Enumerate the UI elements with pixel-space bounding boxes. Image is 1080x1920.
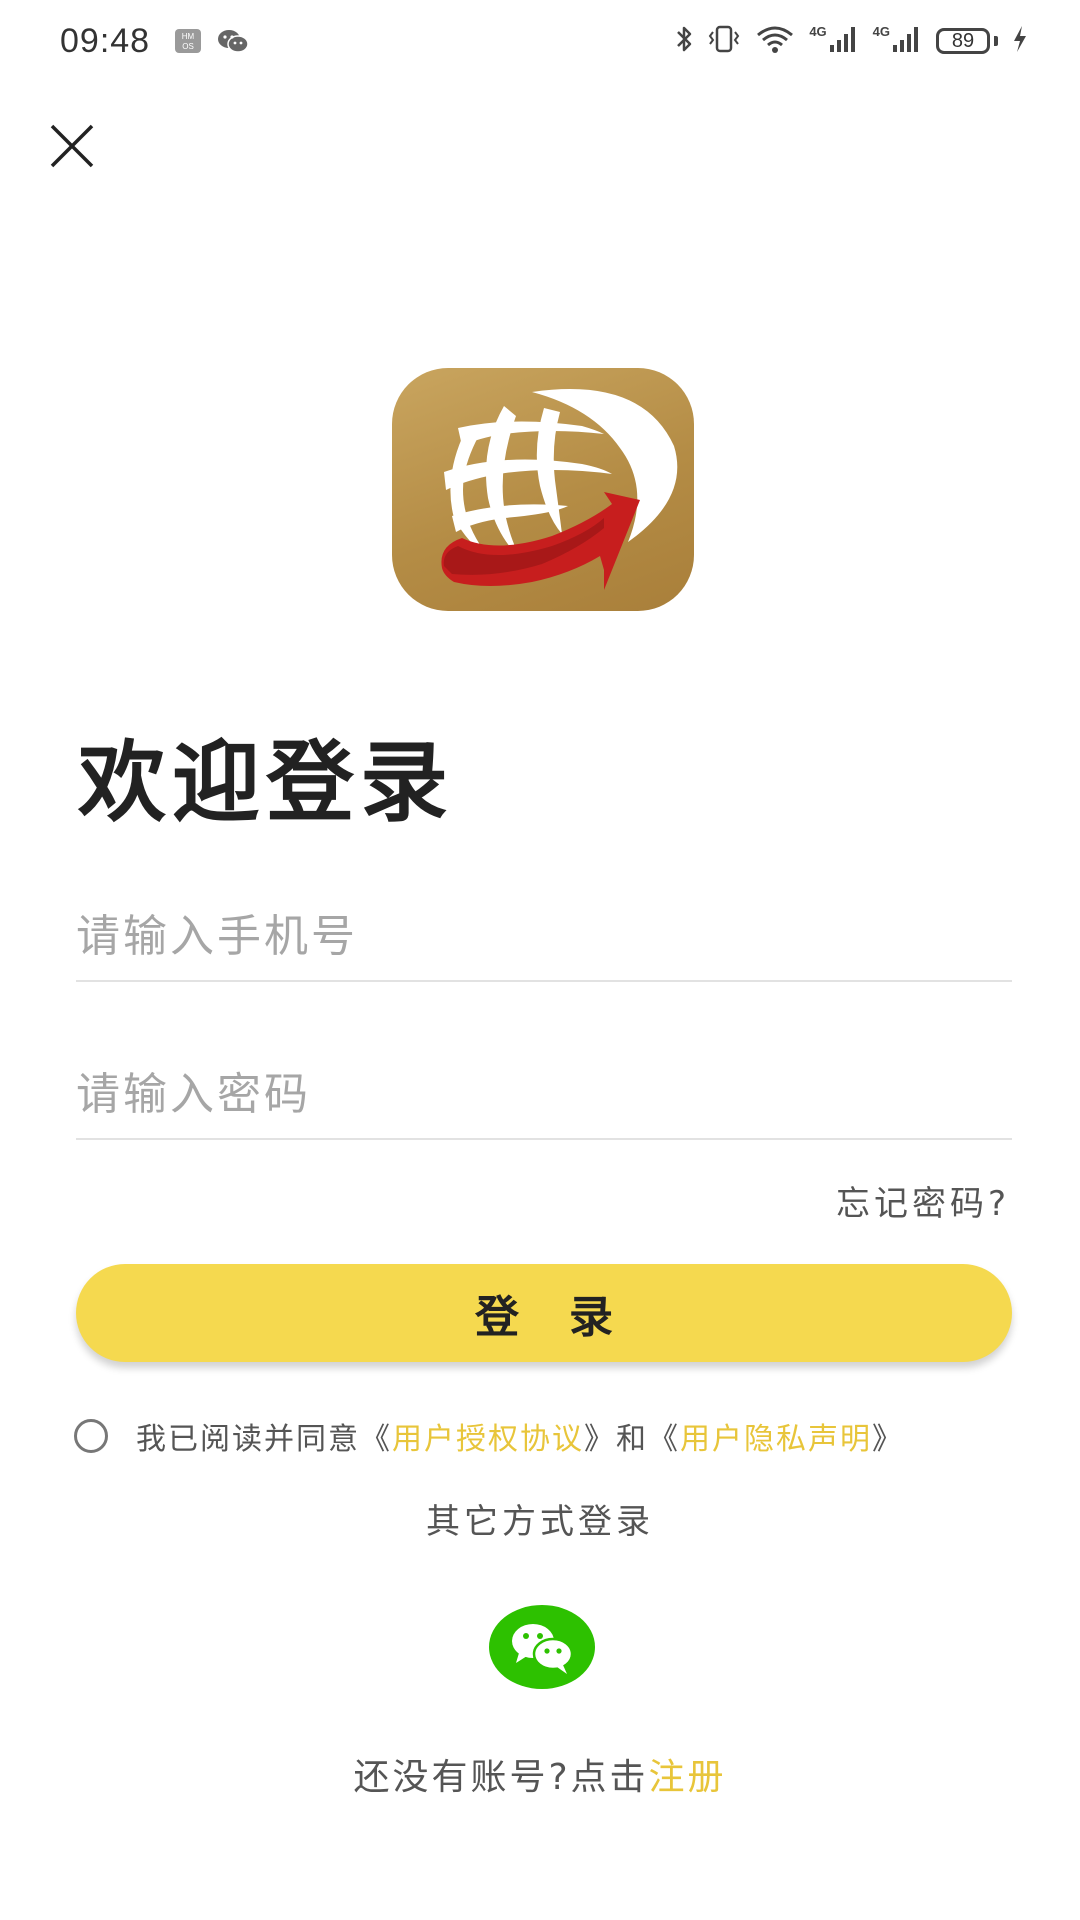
privacy-policy-link[interactable]: 用户隐私声明 <box>680 1414 872 1458</box>
page-title: 欢迎登录 <box>78 731 455 834</box>
close-icon <box>50 124 94 168</box>
agreement-prefix: 我已阅读并同意《 <box>136 1422 392 1457</box>
signup-prefix: 还没有账号?点击 <box>353 1757 649 1798</box>
status-bar: 09:48 HM OS 4G 4G 89 <box>0 0 1080 86</box>
status-time: 09:48 <box>60 22 151 60</box>
app-logo <box>392 368 694 611</box>
user-agreement-link[interactable]: 用户授权协议 <box>392 1414 584 1458</box>
forgot-password-link[interactable]: 忘记密码? <box>836 1176 1010 1225</box>
signup-link[interactable]: 注册 <box>649 1757 727 1798</box>
svg-text:HM: HM <box>182 32 195 41</box>
password-input[interactable] <box>76 1069 1012 1120</box>
login-button[interactable]: 登录 <box>76 1264 1012 1362</box>
network-type-label: 4G <box>809 23 827 39</box>
wechat-login-button[interactable] <box>489 1605 595 1689</box>
login-page: 09:48 HM OS 4G 4G 89 欢迎登录 请输入手机号 忘记密码? 登… <box>0 0 1080 1920</box>
signal-icon <box>892 25 922 57</box>
phone-field <box>76 880 1012 982</box>
wechat-notification-icon <box>216 28 250 58</box>
agreement-middle: 》和《 <box>584 1422 680 1457</box>
charging-icon <box>1012 25 1028 57</box>
close-button[interactable] <box>44 118 100 174</box>
signup-line: 还没有账号?点击注册 <box>0 1748 1080 1800</box>
globe-arrow-logo-icon <box>441 389 678 590</box>
wechat-icon <box>512 1624 574 1674</box>
wifi-icon <box>755 24 795 58</box>
svg-text:OS: OS <box>182 42 194 51</box>
signal-icon <box>829 25 859 57</box>
hmos-icon: HM OS <box>174 28 202 58</box>
agree-radio[interactable] <box>74 1419 108 1453</box>
agreement-row: 我已阅读并同意《 用户授权协议 》和《 用户隐私声明 》 <box>74 1414 1034 1458</box>
vibrate-icon <box>707 24 741 58</box>
battery-icon: 89 <box>936 28 990 54</box>
password-field <box>76 1038 1012 1140</box>
phone-input[interactable] <box>76 911 1012 962</box>
battery-tip <box>994 36 998 46</box>
agreement-suffix: 》 <box>872 1422 904 1457</box>
other-login-label: 其它方式登录 <box>426 1502 654 1542</box>
bluetooth-icon <box>675 24 693 58</box>
network-type-label: 4G <box>872 23 890 39</box>
